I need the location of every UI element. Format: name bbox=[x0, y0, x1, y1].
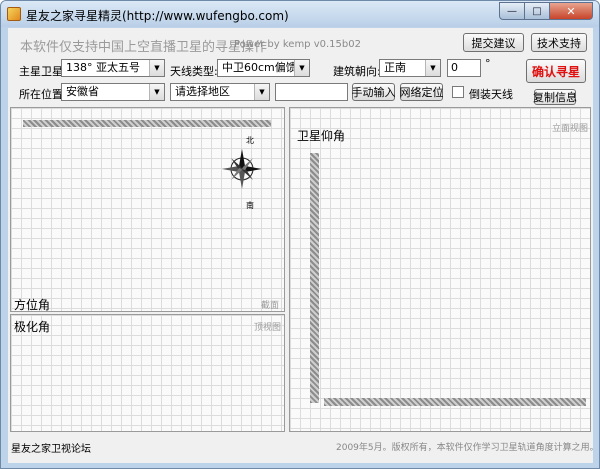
maximize-icon: □ bbox=[532, 5, 542, 17]
network-locate-button[interactable]: 网络定位 bbox=[400, 83, 444, 101]
azimuth-title: 方位角 bbox=[14, 298, 51, 312]
location-label: 所在位置: bbox=[19, 88, 67, 101]
degree-symbol: ° bbox=[485, 57, 491, 70]
polarization-panel: 极化角 顶视图 bbox=[10, 314, 285, 432]
compass-south-label: 南 bbox=[246, 201, 254, 210]
province-select-value: 安徽省 bbox=[66, 85, 99, 98]
orientation-select-value: 正南 bbox=[384, 61, 406, 74]
minimize-button[interactable]: — bbox=[499, 2, 525, 20]
copyright-text: 2009年5月。版权所有，本软件仅作学习卫星轨道角度计算之用。 bbox=[336, 443, 599, 453]
elevation-wall-bar bbox=[310, 153, 319, 403]
province-select[interactable]: 安徽省 ▼ bbox=[61, 83, 165, 101]
satellite-select-value: 138° 亚太五号 bbox=[66, 61, 140, 74]
confirm-search-button[interactable]: 确认寻星 bbox=[526, 59, 586, 83]
elevation-ground-bar bbox=[324, 398, 586, 406]
elevation-title: 卫星仰角 bbox=[297, 129, 346, 143]
copy-info-button[interactable]: 复制信息 bbox=[533, 89, 577, 105]
status-bar: 星友之家卫视论坛 2009年5月。版权所有，本软件仅作学习卫星轨道角度计算之用。 bbox=[8, 433, 599, 463]
compass-icon bbox=[222, 149, 262, 189]
manual-input-button[interactable]: 手动输入 bbox=[352, 83, 396, 101]
chevron-down-icon: ▼ bbox=[425, 60, 440, 76]
title-bar[interactable]: 星友之家寻星精灵(http://www.wufengbo.com) — □ ✕ bbox=[1, 1, 599, 27]
version-label: Power by kemp v0.15b02 bbox=[234, 39, 361, 50]
invert-antenna-label: 倒装天线 bbox=[469, 88, 513, 101]
satellite-select[interactable]: 138° 亚太五号 ▼ bbox=[61, 59, 165, 77]
elevation-corner-label: 立面视图 bbox=[552, 124, 589, 134]
feedback-button[interactable]: 提交建议 bbox=[463, 33, 524, 52]
minimize-icon: — bbox=[507, 5, 517, 17]
tagline: 本软件仅支持中国上空直播卫星的寻星操作 bbox=[20, 40, 268, 55]
orientation-label: 建筑朝向: bbox=[333, 65, 381, 78]
window-title: 星友之家寻星精灵(http://www.wufengbo.com) bbox=[26, 9, 289, 23]
window-controls: — □ ✕ bbox=[499, 2, 593, 20]
support-button[interactable]: 技术支持 bbox=[531, 33, 587, 52]
app-window: 星友之家寻星精灵(http://www.wufengbo.com) — □ ✕ … bbox=[0, 0, 600, 469]
region-select-value: 请选择地区 bbox=[175, 85, 230, 98]
antenna-select[interactable]: 中卫60cm偏馈 ▼ bbox=[217, 59, 310, 77]
app-icon bbox=[7, 7, 21, 21]
antenna-label: 天线类型: bbox=[170, 65, 218, 78]
polarization-title: 极化角 bbox=[14, 320, 51, 334]
forum-link[interactable]: 星友之家卫视论坛 bbox=[11, 440, 91, 455]
azimuth-dish-bar bbox=[23, 120, 271, 127]
manual-location-input[interactable] bbox=[275, 83, 348, 101]
maximize-button[interactable]: □ bbox=[525, 2, 550, 20]
azimuth-corner-label: 截面 bbox=[261, 301, 280, 311]
orientation-select[interactable]: 正南 ▼ bbox=[379, 59, 441, 77]
close-button[interactable]: ✕ bbox=[550, 2, 593, 20]
elevation-panel: 卫星仰角 立面视图 bbox=[289, 107, 591, 432]
chevron-down-icon: ▼ bbox=[149, 60, 164, 76]
client-area: 本软件仅支持中国上空直播卫星的寻星操作 Power by kemp v0.15b… bbox=[8, 28, 599, 463]
chevron-down-icon: ▼ bbox=[149, 84, 164, 100]
orientation-degree-input[interactable]: 0 bbox=[447, 59, 481, 77]
antenna-select-value: 中卫60cm偏馈 bbox=[222, 61, 297, 74]
azimuth-panel: 北 南 方位角 截面 bbox=[10, 107, 285, 312]
invert-antenna-checkbox[interactable] bbox=[452, 86, 464, 98]
close-icon: ✕ bbox=[566, 4, 576, 18]
compass-north-label: 北 bbox=[246, 136, 254, 145]
satellite-label: 主星卫星: bbox=[19, 65, 67, 78]
chevron-down-icon: ▼ bbox=[254, 84, 269, 100]
polarization-corner-label: 顶视图 bbox=[254, 323, 282, 333]
region-select[interactable]: 请选择地区 ▼ bbox=[170, 83, 270, 101]
chevron-down-icon: ▼ bbox=[294, 60, 309, 76]
